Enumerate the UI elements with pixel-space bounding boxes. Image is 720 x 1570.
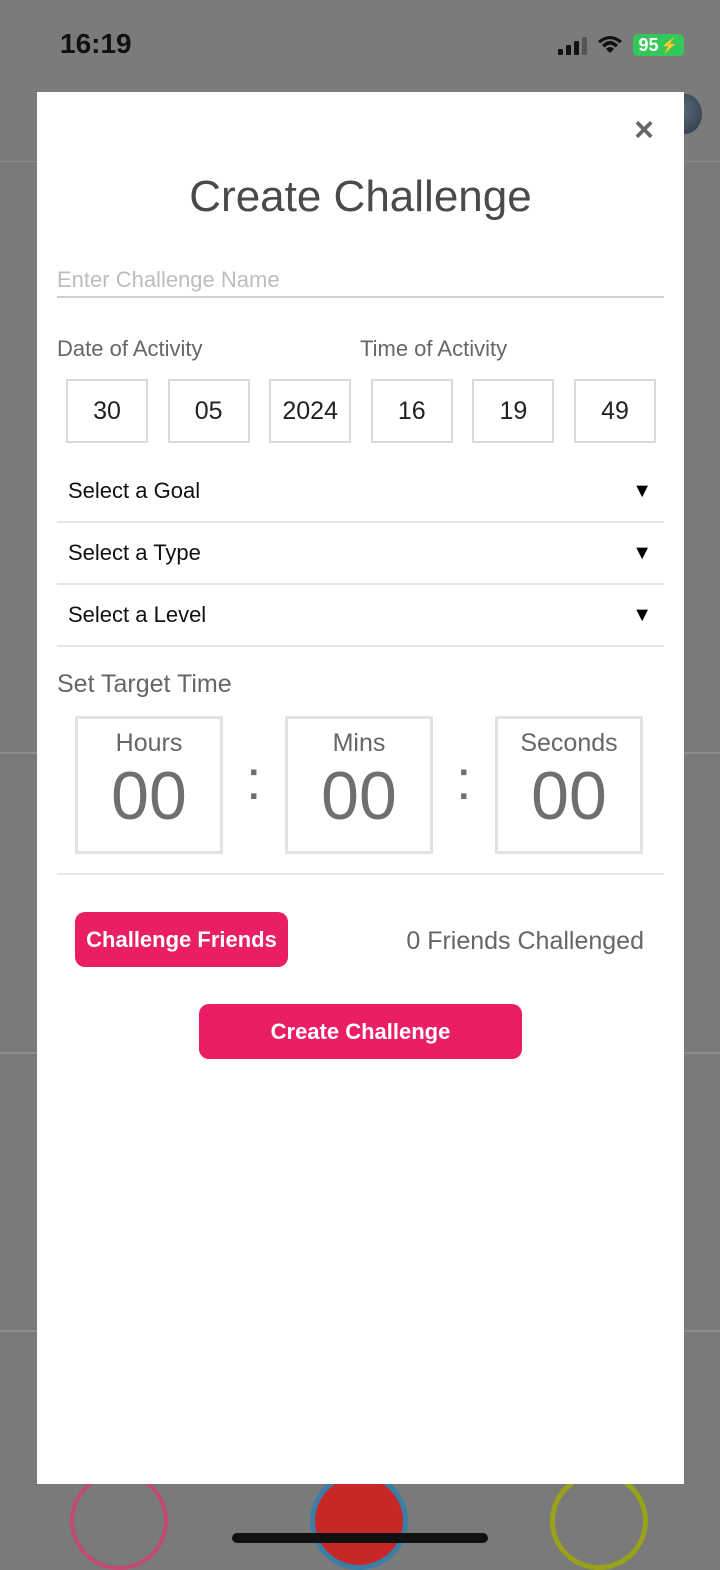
mins-value: 00 [321,758,397,834]
chevron-down-icon: ▼ [632,479,652,502]
seconds-label: Seconds [520,729,618,757]
heart-icon [70,1472,168,1570]
seconds-value: 00 [531,758,607,834]
minute-field[interactable]: 19 [472,379,555,443]
book-icon [550,1472,648,1570]
create-challenge-button[interactable]: Create Challenge [199,1004,522,1059]
goal-select-label: Select a Goal [68,478,201,503]
hours-input[interactable]: Hours 00 [75,716,223,854]
battery-level: 95 [638,35,659,55]
close-button[interactable]: × [630,111,658,149]
time-separator: : [246,748,262,811]
day-field[interactable]: 30 [66,379,148,443]
type-select[interactable]: Select a Type ▼ [57,523,664,585]
status-time: 16:19 [60,28,132,59]
status-icons: 95 ⚡ [557,32,684,58]
time-separator: : [456,748,472,811]
chevron-down-icon: ▼ [632,541,652,564]
signal-icon [557,35,587,55]
hours-value: 00 [111,758,187,834]
wifi-icon [597,36,622,53]
second-field[interactable]: 49 [573,379,656,443]
type-select-label: Select a Type [68,540,201,565]
chevron-down-icon: ▼ [632,603,652,626]
close-icon: × [634,111,654,149]
create-challenge-modal: × Create Challenge Date of Activity Time… [37,92,684,1484]
date-of-activity-label: Date of Activity [57,336,203,361]
month-field[interactable]: 05 [167,379,250,443]
level-select-label: Select a Level [68,602,207,627]
set-target-time-label: Set Target Time [57,670,232,698]
home-indicator [232,1533,488,1543]
battery-icon: 95 ⚡ [632,34,684,56]
modal-title: Create Challenge [189,172,532,221]
friends-challenged-count: 0 Friends Challenged [406,927,644,955]
seconds-input[interactable]: Seconds 00 [495,716,643,854]
challenge-friends-button[interactable]: Challenge Friends [75,912,288,967]
hour-field[interactable]: 16 [370,379,453,443]
goal-select[interactable]: Select a Goal ▼ [57,461,664,523]
year-field[interactable]: 2024 [269,379,352,443]
date-time-row: 30 05 2024 16 19 49 [66,379,656,443]
mins-label: Mins [332,729,386,757]
plus-icon [310,1472,408,1570]
time-of-activity-label: Time of Activity [360,336,508,361]
mins-input[interactable]: Mins 00 [285,716,433,854]
divider [57,873,664,875]
level-select[interactable]: Select a Level ▼ [57,585,664,647]
hours-label: Hours [115,729,183,757]
challenge-name-input[interactable] [57,264,664,298]
